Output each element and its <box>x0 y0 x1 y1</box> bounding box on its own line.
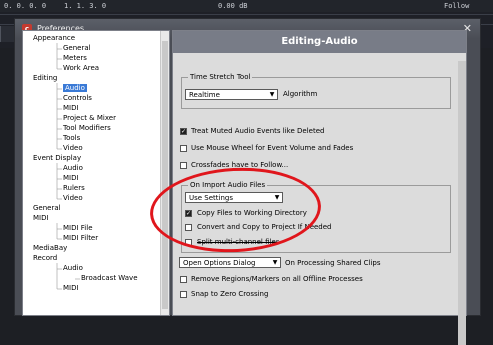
chevron-down-icon: ▼ <box>274 194 280 201</box>
tree-item-label: Project & Mixer <box>63 114 116 122</box>
remove-regions-label: Remove Regions/Markers on all Offline Pr… <box>191 275 363 283</box>
tree-item[interactable]: Project & Mixer <box>63 114 116 123</box>
tree-scroll-thumb[interactable] <box>162 41 168 309</box>
tree-item[interactable]: Editing <box>33 74 57 83</box>
algorithm-select[interactable]: Realtime ▼ <box>185 89 278 100</box>
import-audio-group-title: On Import Audio Files <box>188 181 268 189</box>
tree-item-label: MIDI <box>63 174 79 182</box>
tree-item-label: Broadcast Wave <box>81 274 138 282</box>
import-mode-select[interactable]: Use Settings ▼ <box>185 192 283 203</box>
remove-regions-checkbox[interactable] <box>180 276 187 283</box>
chevron-down-icon: ▼ <box>269 91 275 98</box>
shared-clips-label: On Processing Shared Clips <box>285 259 381 267</box>
tree-item-label: MIDI <box>63 284 79 292</box>
tree-item-label: MIDI <box>63 104 79 112</box>
tree-item-label: General <box>63 44 91 52</box>
transport-level: 0.00 dB <box>218 2 248 10</box>
treat-muted-label: Treat Muted Audio Events like Deleted <box>191 127 325 135</box>
tree-item-label: Event Display <box>33 154 82 162</box>
tree-item-label: Audio <box>63 84 87 92</box>
transport-position: 0. 0. 0. 0 <box>4 2 47 10</box>
transport-locator: 1. 1. 3. 0 <box>64 2 107 10</box>
tree-item[interactable]: MIDI <box>33 214 49 223</box>
crossfades-label: Crossfades have to Follow... <box>191 161 289 169</box>
tree-item-label: Audio <box>63 264 83 272</box>
tree-item[interactable]: Controls <box>63 94 92 103</box>
tree-item[interactable]: Appearance <box>33 34 75 43</box>
convert-copy-checkbox[interactable] <box>185 224 192 231</box>
transport-follow[interactable]: Follow <box>444 2 469 10</box>
tree-item[interactable]: MIDI Filter <box>63 234 98 243</box>
tree-item[interactable]: MIDI <box>63 174 79 183</box>
snap-zero-label: Snap to Zero Crossing <box>191 290 269 298</box>
chevron-down-icon: ▼ <box>272 259 278 266</box>
tree-item[interactable]: Audio <box>63 84 87 93</box>
tree-item[interactable]: General <box>33 204 61 213</box>
tree-item-label: Audio <box>63 164 83 172</box>
tree-item[interactable]: Video <box>63 144 83 153</box>
algorithm-label: Algorithm <box>283 90 318 98</box>
preferences-tree[interactable]: Appearance General Meters Work Area Editing A… <box>22 30 170 316</box>
tree-item-label: MIDI Filter <box>63 234 99 242</box>
import-mode-value: Use Settings <box>189 194 234 202</box>
tree-item-label: Editing <box>33 74 58 82</box>
tree-item[interactable]: MIDI <box>63 104 79 113</box>
shared-clips-select[interactable]: Open Options Dialog ▼ <box>179 257 281 268</box>
split-multichannel-label: Split multi-channel files <box>197 238 280 246</box>
mouse-wheel-label: Use Mouse Wheel for Event Volume and Fad… <box>191 144 354 152</box>
tree-item[interactable]: Video <box>63 194 83 203</box>
treat-muted-checkbox[interactable]: ✓ <box>180 128 187 135</box>
tree-item[interactable]: Audio <box>63 264 83 273</box>
tree-item[interactable]: Work Area <box>63 64 99 73</box>
tree-item-label: Video <box>63 144 83 152</box>
tree-item[interactable]: Tools <box>63 134 80 143</box>
tree-item[interactable]: Rulers <box>63 184 85 193</box>
tree-item-label: Controls <box>63 94 92 102</box>
tree-item-label: General <box>33 204 61 212</box>
tree-scrollbar[interactable] <box>160 31 169 315</box>
mouse-wheel-checkbox[interactable] <box>180 145 187 152</box>
tree-item-label: Tool Modifiers <box>63 124 111 132</box>
settings-panel: Editing-Audio Time Stretch Tool Realtime… <box>172 30 467 345</box>
track-divider <box>0 14 493 15</box>
tree-item-label: Video <box>63 194 83 202</box>
convert-copy-label: Convert and Copy to Project If Needed <box>197 223 332 231</box>
tree-item[interactable]: Meters <box>63 54 87 63</box>
copy-files-checkbox[interactable]: ✓ <box>185 210 192 217</box>
tree-item[interactable]: General <box>63 44 91 53</box>
snap-zero-checkbox[interactable] <box>180 291 187 298</box>
tree-item[interactable]: MediaBay <box>33 244 67 253</box>
copy-files-label: Copy Files to Working Directory <box>197 209 307 217</box>
panel-title: Editing-Audio <box>173 31 466 53</box>
transport-bar: 0. 0. 0. 0 1. 1. 3. 0 0.00 dB Follow <box>0 0 493 12</box>
tree-item[interactable]: Tool Modifiers <box>63 124 111 133</box>
tree-item-label: Tools <box>63 134 81 142</box>
tree-item-label: Appearance <box>33 34 76 42</box>
crossfades-checkbox[interactable] <box>180 162 187 169</box>
tree-item-label: Meters <box>63 54 87 62</box>
tree-item-label: Rulers <box>63 184 85 192</box>
tree-item[interactable]: Broadcast Wave <box>81 274 138 283</box>
tree-item[interactable]: Record <box>33 254 57 263</box>
tree-item-label: Work Area <box>63 64 100 72</box>
tree-item-label: MediaBay <box>33 244 68 252</box>
panel-scrollbar[interactable] <box>458 61 466 345</box>
tree-item-label: Record <box>33 254 58 262</box>
tree-item-label: MIDI File <box>63 224 93 232</box>
tree-item[interactable]: Event Display <box>33 154 81 163</box>
tree-item[interactable]: Audio <box>63 164 83 173</box>
tree-item[interactable]: MIDI File <box>63 224 93 233</box>
tree-item[interactable]: MIDI <box>63 284 79 293</box>
split-multichannel-checkbox[interactable] <box>185 239 192 246</box>
algorithm-select-value: Realtime <box>189 91 220 99</box>
shared-clips-value: Open Options Dialog <box>183 259 256 267</box>
tree-item-label: MIDI <box>33 214 49 222</box>
time-stretch-group-title: Time Stretch Tool <box>188 73 253 81</box>
